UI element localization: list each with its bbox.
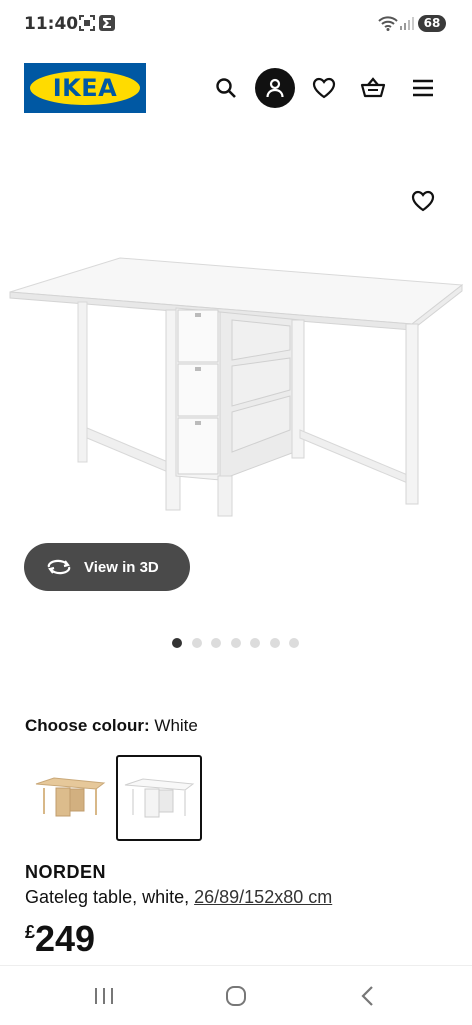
status-time: 11:40 xyxy=(24,14,79,34)
logo-oval: IKEA xyxy=(30,71,140,105)
recent-apps-icon xyxy=(95,988,113,1004)
carousel-dot[interactable] xyxy=(269,638,280,648)
sigma-app-icon xyxy=(99,15,115,31)
recent-apps-button[interactable] xyxy=(84,982,124,1010)
status-bar: 11:40 68 xyxy=(0,0,472,48)
carousel-dot[interactable] xyxy=(289,638,299,648)
carousel-dot[interactable] xyxy=(172,638,182,648)
basket-icon[interactable] xyxy=(353,68,393,108)
app-header: IKEA xyxy=(0,56,472,120)
battery-indicator: 68 xyxy=(418,15,446,32)
carousel-dot[interactable] xyxy=(250,638,260,648)
rotate-3d-icon xyxy=(46,557,72,577)
product-price: £249 xyxy=(25,918,95,960)
account-icon[interactable] xyxy=(255,68,295,108)
home-button[interactable] xyxy=(216,982,256,1010)
home-icon xyxy=(226,986,246,1006)
carousel-dot[interactable] xyxy=(230,638,241,648)
heart-icon[interactable] xyxy=(304,68,344,108)
logo-text: IKEA xyxy=(52,74,118,102)
screenshot-icon xyxy=(79,15,95,31)
view-in-3d-label: View in 3D xyxy=(84,558,159,576)
product-name: NORDEN xyxy=(25,862,107,882)
white-table-thumbnail xyxy=(124,778,195,818)
birch-table-thumbnail xyxy=(35,777,106,817)
product-dimensions-link[interactable]: 26/89/152x80 cm xyxy=(194,887,332,907)
menu-icon[interactable] xyxy=(403,68,443,108)
back-button[interactable] xyxy=(348,982,388,1010)
heart-outline-icon xyxy=(411,190,435,212)
colour-swatch-white[interactable] xyxy=(116,755,202,841)
price-value: 249 xyxy=(35,918,96,959)
carousel-dots xyxy=(172,638,309,648)
search-icon[interactable] xyxy=(206,68,246,108)
choose-colour-row: Choose colour: White xyxy=(25,716,198,736)
view-in-3d-button[interactable]: View in 3D xyxy=(24,543,190,591)
colour-swatch-birch[interactable] xyxy=(28,755,112,839)
back-icon xyxy=(361,986,373,1006)
wifi-icon xyxy=(378,15,398,31)
system-navigation-bar xyxy=(0,965,472,1025)
choose-colour-label: Choose colour: xyxy=(25,716,150,735)
favourite-product-button[interactable] xyxy=(408,186,438,216)
ikea-logo[interactable]: IKEA xyxy=(24,63,146,113)
carousel-dot[interactable] xyxy=(191,638,202,648)
product-description-row: Gateleg table, white, 26/89/152x80 cm xyxy=(25,887,332,908)
product-image[interactable] xyxy=(0,240,472,530)
product-description: Gateleg table, white, xyxy=(25,887,190,907)
carousel-dot[interactable] xyxy=(211,638,221,648)
selected-colour: White xyxy=(154,716,198,735)
signal-icon xyxy=(399,15,415,31)
price-currency: £ xyxy=(25,922,36,942)
